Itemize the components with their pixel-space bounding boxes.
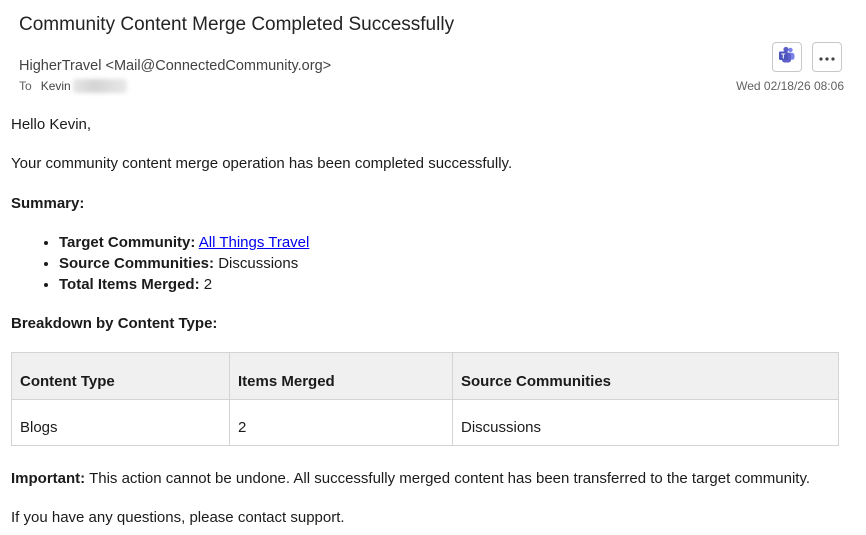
- svg-text:T: T: [781, 53, 786, 60]
- sent-date: Wed 02/18/26 08:06: [736, 79, 844, 93]
- important-text: This action cannot be undone. All succes…: [85, 470, 811, 487]
- greeting: Hello Kevin,: [11, 116, 92, 133]
- table-cell: 2: [229, 399, 453, 446]
- column-header: Content Type: [11, 352, 230, 400]
- to-label: To: [19, 79, 32, 93]
- teams-button[interactable]: T: [772, 42, 802, 72]
- recipient-line: To Kevin: [19, 79, 127, 93]
- breakdown-table: Content Type Items Merged Source Communi…: [11, 352, 839, 446]
- summary-heading: Summary:: [11, 195, 85, 212]
- redacted-surname: [72, 79, 127, 93]
- summary-value: 2: [203, 276, 213, 293]
- table-cell: Discussions: [452, 399, 839, 446]
- list-item: Target Community: All Things Travel: [59, 232, 309, 253]
- summary-value: Discussions: [218, 255, 299, 272]
- breakdown-heading: Breakdown by Content Type:: [11, 315, 218, 332]
- summary-label: Target Community:: [59, 234, 196, 251]
- list-item: Source Communities: Discussions: [59, 253, 309, 274]
- target-community-link[interactable]: All Things Travel: [199, 234, 310, 251]
- more-options-icon: [819, 48, 835, 66]
- important-note: Important: This action cannot be undone.…: [11, 470, 810, 487]
- email-subject: Community Content Merge Completed Succes…: [19, 14, 455, 35]
- recipient-name[interactable]: Kevin: [41, 79, 71, 93]
- teams-icon: T: [778, 46, 796, 69]
- column-header: Source Communities: [452, 352, 839, 400]
- summary-label: Source Communities:: [59, 255, 215, 272]
- table-row: Blogs 2 Discussions: [11, 399, 839, 446]
- column-header: Items Merged: [229, 352, 453, 400]
- summary-label: Total Items Merged:: [59, 276, 200, 293]
- intro-text: Your community content merge operation h…: [11, 155, 513, 172]
- table-header-row: Content Type Items Merged Source Communi…: [11, 352, 839, 400]
- summary-list: Target Community: All Things Travel Sour…: [11, 232, 309, 295]
- table-cell: Blogs: [11, 399, 230, 446]
- sender[interactable]: HigherTravel <Mail@ConnectedCommunity.or…: [19, 58, 331, 74]
- list-item: Total Items Merged: 2: [59, 274, 309, 295]
- closing-text: If you have any questions, please contac…: [11, 509, 345, 526]
- important-label: Important:: [11, 470, 86, 487]
- more-options-button[interactable]: [812, 42, 842, 72]
